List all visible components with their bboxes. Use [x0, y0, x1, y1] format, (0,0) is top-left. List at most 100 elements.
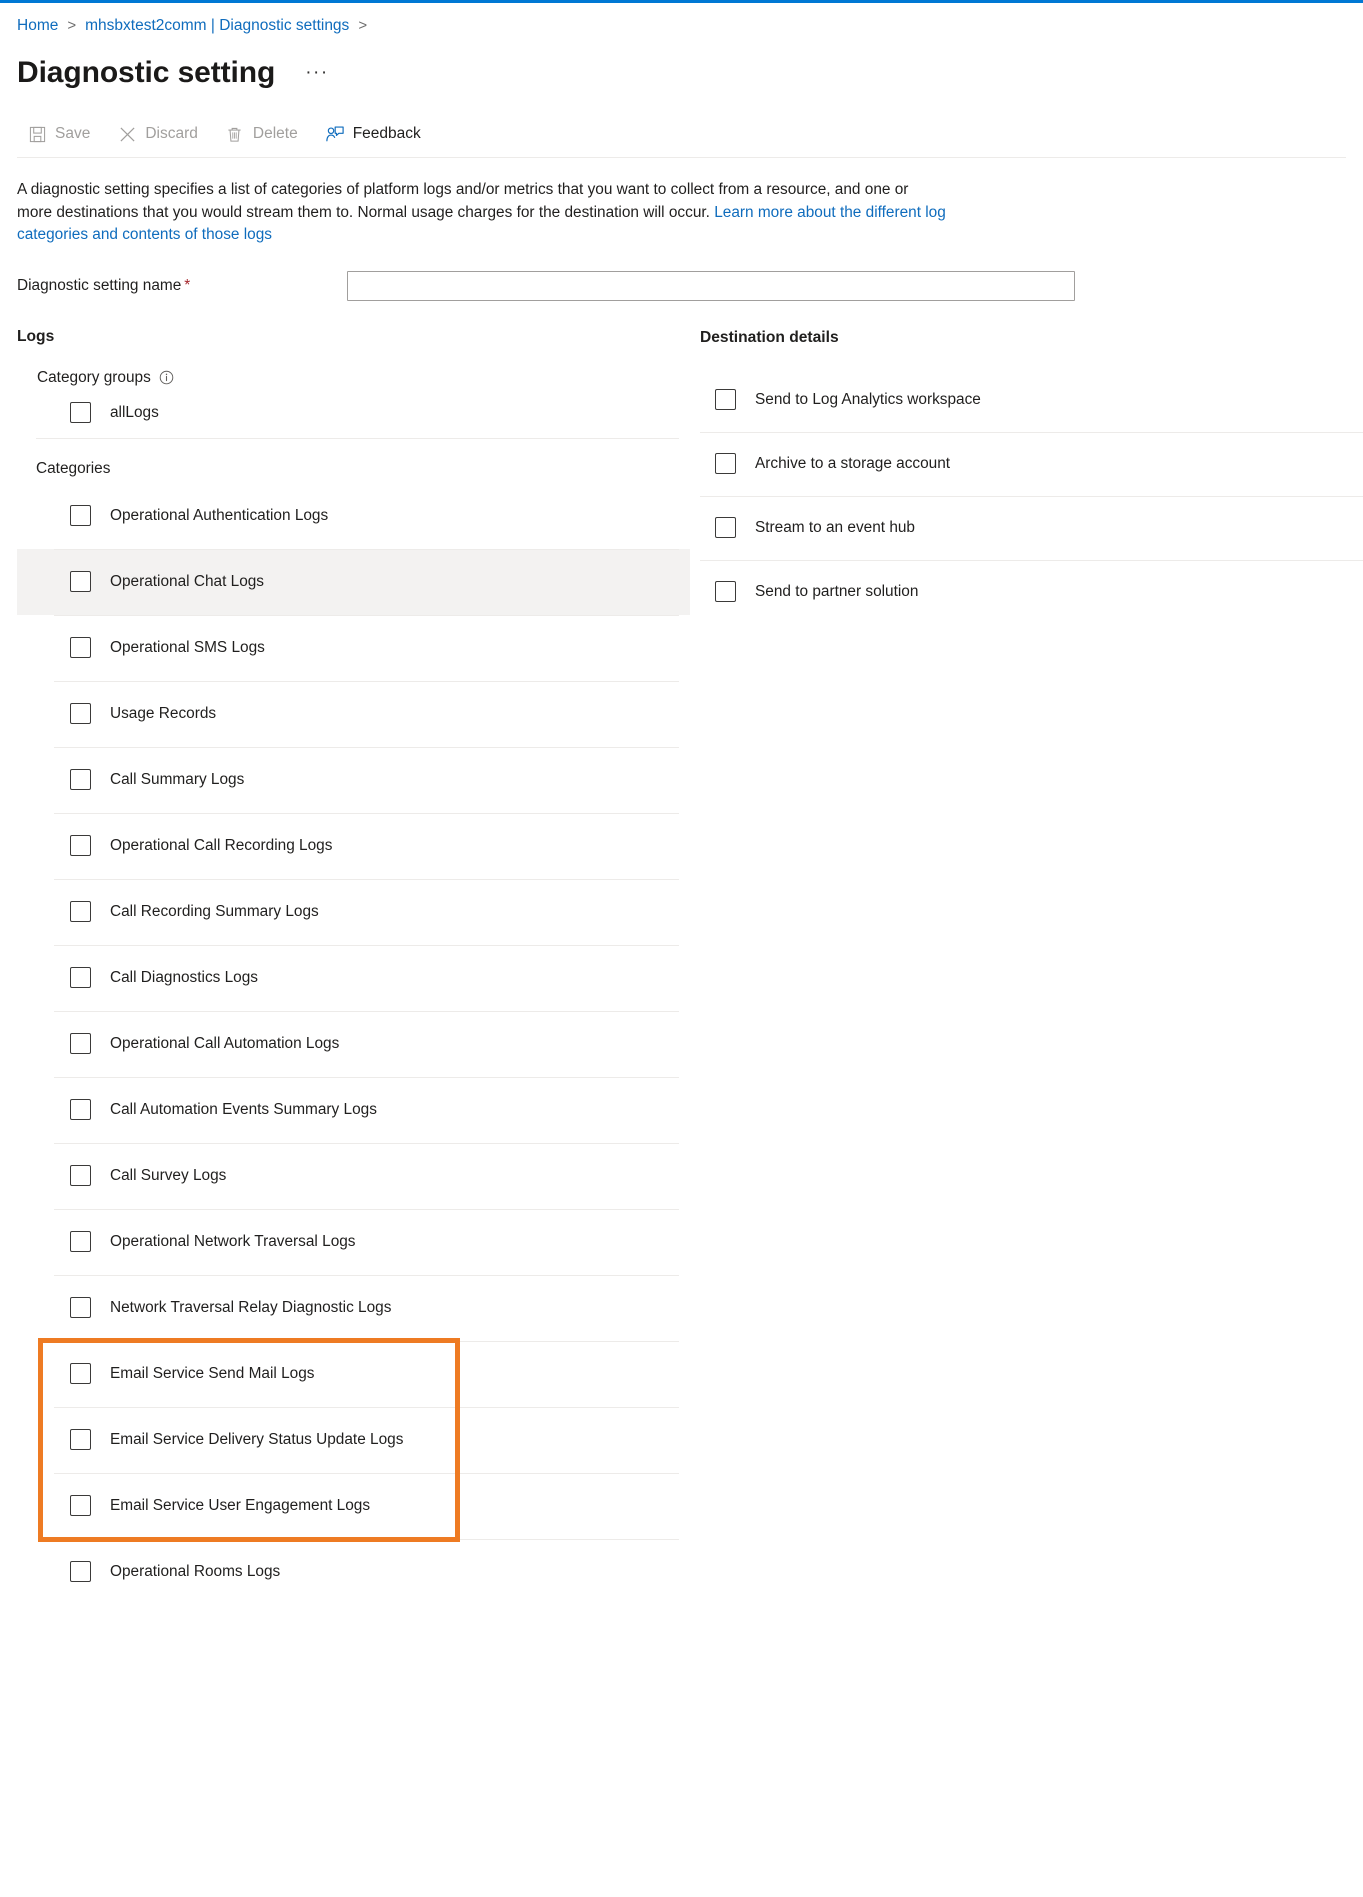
- checkbox[interactable]: [715, 581, 736, 602]
- category-label: Operational Rooms Logs: [110, 1562, 280, 1582]
- row-divider: [700, 560, 1363, 561]
- checkbox[interactable]: [70, 769, 91, 790]
- discard-icon: [118, 125, 136, 143]
- category-label: Operational Call Automation Logs: [110, 1034, 339, 1054]
- checkbox[interactable]: [70, 402, 91, 423]
- checkbox[interactable]: [70, 901, 91, 922]
- category-label: Email Service Delivery Status Update Log…: [110, 1430, 403, 1450]
- checkbox[interactable]: [70, 505, 91, 526]
- diagnostic-setting-name-input[interactable]: [347, 271, 1075, 301]
- row-divider: [54, 1011, 679, 1012]
- checkbox[interactable]: [70, 1165, 91, 1186]
- row-divider: [54, 1275, 679, 1276]
- breadcrumb-item-resource[interactable]: mhsbxtest2comm | Diagnostic settings: [85, 16, 349, 36]
- category-label: Call Summary Logs: [110, 770, 244, 790]
- destination-option-row[interactable]: Archive to a storage account: [700, 432, 1363, 496]
- category-label: Operational Authentication Logs: [110, 506, 328, 526]
- row-divider: [54, 615, 679, 616]
- save-button[interactable]: Save: [22, 118, 100, 150]
- category-row[interactable]: Call Recording Summary Logs: [17, 879, 690, 945]
- category-groups-label: Category groups: [37, 368, 151, 388]
- breadcrumb-item-home[interactable]: Home: [17, 16, 58, 36]
- category-row[interactable]: Operational SMS Logs: [17, 615, 690, 681]
- destination-option-row[interactable]: Stream to an event hub: [700, 496, 1363, 560]
- checkbox[interactable]: [70, 571, 91, 592]
- checkbox[interactable]: [70, 637, 91, 658]
- logs-heading: Logs: [17, 327, 690, 347]
- row-divider: [54, 747, 679, 748]
- destination-option-row[interactable]: Send to partner solution: [700, 560, 1363, 624]
- checkbox[interactable]: [715, 389, 736, 410]
- category-row[interactable]: Operational Authentication Logs: [17, 483, 690, 549]
- category-row[interactable]: Email Service User Engagement Logs: [17, 1473, 690, 1539]
- category-row[interactable]: Operational Network Traversal Logs: [17, 1209, 690, 1275]
- destination-option-label: Archive to a storage account: [755, 454, 950, 474]
- category-row[interactable]: Operational Chat Logs: [17, 549, 690, 615]
- delete-button-label: Delete: [253, 124, 298, 144]
- category-row[interactable]: Email Service Delivery Status Update Log…: [17, 1407, 690, 1473]
- checkbox[interactable]: [70, 1561, 91, 1582]
- category-row[interactable]: Usage Records: [17, 681, 690, 747]
- category-row[interactable]: Operational Rooms Logs: [17, 1539, 690, 1605]
- main-content: Logs Category groups allLogs Categories …: [0, 327, 1363, 1605]
- destination-options-list: Send to Log Analytics workspace Archive t…: [700, 368, 1363, 624]
- category-label: Email Service User Engagement Logs: [110, 1496, 370, 1516]
- category-row[interactable]: Operational Call Automation Logs: [17, 1011, 690, 1077]
- row-divider: [54, 681, 679, 682]
- command-toolbar: Save Discard Delete Fee: [0, 92, 1363, 148]
- checkbox[interactable]: [70, 1033, 91, 1054]
- category-label: Call Survey Logs: [110, 1166, 226, 1186]
- category-row[interactable]: Email Service Send Mail Logs: [17, 1341, 690, 1407]
- checkbox[interactable]: [70, 1099, 91, 1120]
- category-groups-list: allLogs: [17, 388, 690, 438]
- breadcrumb: Home > mhsbxtest2comm | Diagnostic setti…: [0, 3, 1363, 36]
- category-row[interactable]: Call Diagnostics Logs: [17, 945, 690, 1011]
- category-label: Operational Chat Logs: [110, 572, 264, 592]
- checkbox[interactable]: [70, 967, 91, 988]
- row-divider: [700, 432, 1363, 433]
- row-divider: [54, 1341, 679, 1342]
- delete-icon: [226, 125, 244, 143]
- category-row[interactable]: Call Automation Events Summary Logs: [17, 1077, 690, 1143]
- destination-option-label: Send to partner solution: [755, 582, 918, 602]
- row-divider: [54, 1077, 679, 1078]
- category-group-row-alllogs[interactable]: allLogs: [17, 388, 690, 438]
- category-label: Call Automation Events Summary Logs: [110, 1100, 377, 1120]
- info-icon[interactable]: [159, 370, 174, 385]
- checkbox[interactable]: [70, 1363, 91, 1384]
- delete-button[interactable]: Delete: [220, 118, 308, 150]
- destination-option-row[interactable]: Send to Log Analytics workspace: [700, 368, 1363, 432]
- page-title: Diagnostic setting: [17, 54, 275, 92]
- save-button-label: Save: [55, 124, 90, 144]
- checkbox[interactable]: [715, 517, 736, 538]
- category-row[interactable]: Network Traversal Relay Diagnostic Logs: [17, 1275, 690, 1341]
- categories-list: Operational Authentication Logs Operation…: [17, 483, 690, 1605]
- breadcrumb-separator-icon: >: [67, 16, 76, 36]
- checkbox[interactable]: [70, 703, 91, 724]
- category-row[interactable]: Call Survey Logs: [17, 1143, 690, 1209]
- category-row[interactable]: Call Summary Logs: [17, 747, 690, 813]
- category-label: Operational SMS Logs: [110, 638, 265, 658]
- feedback-icon: [326, 125, 344, 143]
- category-row[interactable]: Operational Call Recording Logs: [17, 813, 690, 879]
- more-options-button[interactable]: ···: [301, 60, 332, 86]
- checkbox[interactable]: [70, 1495, 91, 1516]
- row-divider: [54, 1209, 679, 1210]
- diagnostic-setting-name-label: Diagnostic setting name*: [17, 276, 347, 296]
- logs-panel: Logs Category groups allLogs Categories …: [0, 327, 690, 1605]
- checkbox[interactable]: [70, 1297, 91, 1318]
- category-label: Email Service Send Mail Logs: [110, 1364, 314, 1384]
- checkbox[interactable]: [70, 1429, 91, 1450]
- feedback-button[interactable]: Feedback: [320, 118, 431, 150]
- toolbar-divider: [17, 157, 1346, 158]
- category-groups-divider: [36, 438, 679, 439]
- checkbox[interactable]: [715, 453, 736, 474]
- checkbox[interactable]: [70, 1231, 91, 1252]
- categories-heading: Categories: [36, 459, 690, 479]
- category-label: Call Diagnostics Logs: [110, 968, 258, 988]
- description-text: A diagnostic setting specifies a list of…: [17, 179, 947, 247]
- checkbox[interactable]: [70, 835, 91, 856]
- category-label: Network Traversal Relay Diagnostic Logs: [110, 1298, 391, 1318]
- category-label: Call Recording Summary Logs: [110, 902, 319, 922]
- discard-button[interactable]: Discard: [112, 118, 208, 150]
